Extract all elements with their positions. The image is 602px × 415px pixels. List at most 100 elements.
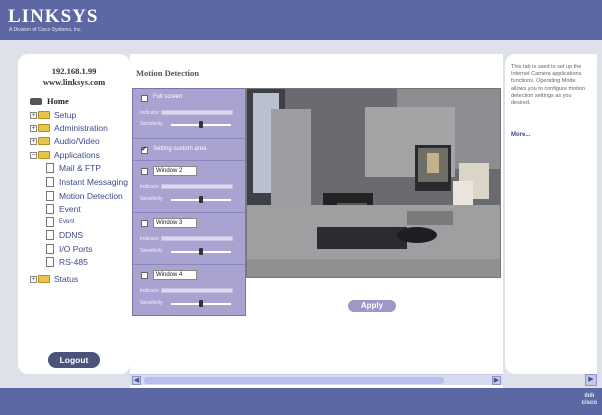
nav-status[interactable]: + Status bbox=[30, 273, 78, 285]
sensitivity-slider-handle[interactable] bbox=[199, 121, 203, 128]
nav-event-secondary-label: Event bbox=[59, 219, 75, 225]
nav-ddns[interactable]: DDNS bbox=[46, 229, 83, 241]
help-text: This tab is used to set up the Internet … bbox=[511, 64, 585, 107]
expand-icon[interactable]: + bbox=[30, 124, 37, 132]
nav-instant-messaging[interactable]: Instant Messaging bbox=[46, 176, 128, 188]
sidebar: 192.168.1.99 www.linksys.com Home + Setu… bbox=[18, 54, 130, 374]
linksys-logo: LINKSYS bbox=[8, 6, 99, 27]
window-4-name-input[interactable]: Window 4 bbox=[153, 270, 197, 280]
site-url: www.linksys.com bbox=[42, 77, 106, 87]
full-screen-group: Full screen Indicator Sensitivity bbox=[133, 89, 245, 139]
nav-motion-detection[interactable]: Motion Detection bbox=[46, 190, 123, 202]
header-bar: LINKSYS A Division of Cisco Systems, Inc… bbox=[0, 0, 602, 40]
page-icon bbox=[46, 177, 54, 187]
nav-applications[interactable]: − Applications bbox=[30, 149, 100, 161]
device-ip: 192.168.1.99 bbox=[51, 66, 97, 76]
nav-event[interactable]: Event bbox=[46, 203, 81, 215]
indicator-label: Indicator bbox=[140, 184, 160, 190]
nav-mail-ftp[interactable]: Mail & FTP bbox=[46, 162, 101, 174]
nav-administration[interactable]: + Administration bbox=[30, 122, 108, 134]
folder-open-icon bbox=[38, 151, 50, 159]
full-screen-label: Full screen bbox=[153, 94, 183, 100]
indicator-label: Indicator bbox=[140, 288, 160, 294]
sensitivity-label: Sensitivity bbox=[140, 248, 163, 254]
expand-icon[interactable]: + bbox=[30, 275, 37, 283]
scroll-left-icon[interactable]: ◀ bbox=[132, 376, 141, 385]
custom-area-label: Setting custom area bbox=[153, 146, 207, 152]
nav-io-ports[interactable]: I/O Ports bbox=[46, 243, 93, 255]
page-icon bbox=[46, 257, 54, 267]
apply-button[interactable]: Apply bbox=[348, 300, 396, 312]
nav-instant-messaging-label: Instant Messaging bbox=[59, 177, 128, 187]
window-3-checkbox[interactable] bbox=[141, 220, 148, 227]
motion-settings-panel: Full screen Indicator Sensitivity Settin… bbox=[132, 88, 246, 316]
expand-icon[interactable]: + bbox=[30, 111, 37, 119]
nav-home-label: Home bbox=[47, 96, 69, 106]
window-2-checkbox[interactable] bbox=[141, 168, 148, 175]
collapse-icon[interactable]: − bbox=[30, 151, 37, 159]
nav-event-label: Event bbox=[59, 204, 81, 214]
nav-administration-label: Administration bbox=[54, 123, 108, 133]
page-icon bbox=[46, 230, 54, 240]
window-3-name-input[interactable]: Window 3 bbox=[153, 218, 197, 228]
indicator-label: Indicator bbox=[140, 236, 160, 242]
footer-bar: ılıılı cisco bbox=[0, 388, 602, 415]
window-3-group: Window 3 Indicator Sensitivity bbox=[133, 213, 245, 265]
nav-rs485-label: RS-485 bbox=[59, 257, 88, 267]
page-icon bbox=[46, 244, 54, 254]
nav-audio-video-label: Audio/Video bbox=[54, 136, 100, 146]
sensitivity-slider-handle[interactable] bbox=[199, 248, 203, 255]
indicator-bar bbox=[161, 110, 233, 115]
camera-preview[interactable] bbox=[246, 88, 501, 278]
indicator-bar bbox=[161, 236, 233, 241]
nav-setup[interactable]: + Setup bbox=[30, 109, 76, 121]
nav-ddns-label: DDNS bbox=[59, 230, 84, 240]
folder-icon bbox=[38, 275, 50, 283]
window-2-group: Window 2 Indicator Sensitivity bbox=[133, 161, 245, 213]
folder-icon bbox=[38, 124, 50, 132]
main-panel: Motion Detection Full screen Indicator S… bbox=[130, 54, 503, 388]
page-title: Motion Detection bbox=[136, 68, 200, 78]
sensitivity-slider-handle[interactable] bbox=[199, 196, 203, 203]
home-icon bbox=[30, 97, 42, 105]
page-icon bbox=[46, 163, 54, 173]
expand-icon[interactable]: + bbox=[30, 137, 37, 145]
page-icon bbox=[46, 217, 54, 227]
scroll-right-arrow-icon[interactable]: ▶ bbox=[585, 374, 597, 386]
custom-area-group: Setting custom area bbox=[133, 139, 245, 161]
window-4-checkbox[interactable] bbox=[141, 272, 148, 279]
scroll-thumb[interactable] bbox=[144, 377, 444, 384]
indicator-bar bbox=[161, 184, 233, 189]
folder-icon bbox=[38, 137, 50, 145]
nav-event-secondary[interactable]: Event bbox=[46, 216, 74, 228]
help-panel: This tab is used to set up the Internet … bbox=[505, 54, 597, 374]
nav-mail-ftp-label: Mail & FTP bbox=[59, 163, 102, 173]
sensitivity-slider-handle[interactable] bbox=[199, 300, 203, 307]
nav-rs485[interactable]: RS-485 bbox=[46, 256, 88, 268]
sensitivity-label: Sensitivity bbox=[140, 300, 163, 306]
sensitivity-label: Sensitivity bbox=[140, 121, 163, 127]
nav-setup-label: Setup bbox=[54, 110, 77, 120]
camera-scene-image bbox=[247, 89, 500, 277]
nav-home[interactable]: Home bbox=[30, 95, 69, 107]
nav-io-ports-label: I/O Ports bbox=[59, 244, 93, 254]
horizontal-scrollbar[interactable]: ◀ ▶ bbox=[130, 374, 503, 385]
nav-audio-video[interactable]: + Audio/Video bbox=[30, 135, 100, 147]
nav-status-label: Status bbox=[54, 274, 79, 284]
folder-icon bbox=[38, 111, 50, 119]
window-4-group: Window 4 Indicator Sensitivity bbox=[133, 265, 245, 315]
indicator-bar bbox=[161, 288, 233, 293]
page-icon bbox=[46, 191, 54, 201]
sensitivity-label: Sensitivity bbox=[140, 196, 163, 202]
nav-motion-detection-label: Motion Detection bbox=[59, 191, 123, 201]
cisco-logo: ılıılı cisco bbox=[582, 393, 597, 407]
more-link[interactable]: More... bbox=[511, 132, 530, 138]
page-icon bbox=[46, 204, 54, 214]
custom-area-checkbox[interactable] bbox=[141, 145, 148, 154]
full-screen-checkbox[interactable] bbox=[141, 95, 148, 102]
cisco-wordmark: cisco bbox=[581, 400, 597, 406]
scroll-right-icon[interactable]: ▶ bbox=[492, 376, 501, 385]
window-2-name-input[interactable]: Window 2 bbox=[153, 166, 197, 176]
logout-button[interactable]: Logout bbox=[48, 352, 100, 368]
indicator-label: Indicator bbox=[140, 110, 160, 116]
